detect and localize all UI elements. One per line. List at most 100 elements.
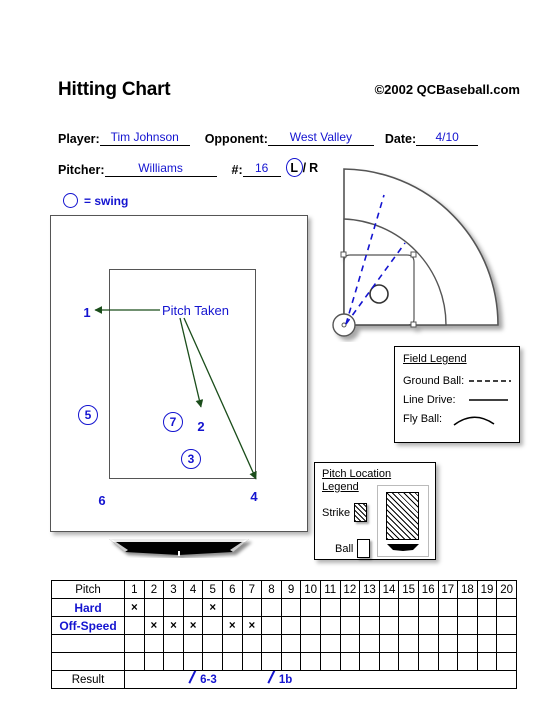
handedness-right-option[interactable]: R: [309, 161, 318, 175]
cell-blank-3[interactable]: [163, 652, 184, 671]
cell-blank-13[interactable]: [359, 634, 380, 653]
cell-blank-14[interactable]: [378, 652, 400, 671]
cell-blank-19[interactable]: [476, 652, 498, 671]
cell-Off-Speed-20[interactable]: [496, 616, 517, 635]
cell-blank-4[interactable]: [182, 634, 204, 653]
cell-Hard-9[interactable]: [280, 598, 302, 617]
cell-Off-Speed-2[interactable]: ×: [143, 616, 165, 635]
cell-blank-6[interactable]: [221, 652, 243, 671]
cell-blank-18[interactable]: [457, 634, 478, 653]
cell-Off-Speed-16[interactable]: [417, 616, 439, 635]
cell-blank-12[interactable]: [339, 634, 361, 653]
cell-Off-Speed-17[interactable]: [437, 616, 459, 635]
date-field[interactable]: 4/10: [416, 131, 479, 146]
cell-blank-19[interactable]: [476, 634, 498, 653]
cell-Off-Speed-5[interactable]: [202, 616, 223, 635]
pitch-mark-3[interactable]: 3: [181, 449, 201, 469]
cell-Hard-14[interactable]: [378, 598, 400, 617]
cell-blank-10[interactable]: [300, 634, 321, 653]
cell-Hard-7[interactable]: [241, 598, 263, 617]
cell-Off-Speed-15[interactable]: [398, 616, 419, 635]
cell-blank-5[interactable]: [202, 652, 223, 671]
cell-blank-15[interactable]: [398, 652, 419, 671]
cell-blank-8[interactable]: [261, 634, 282, 653]
cell-blank-2[interactable]: [143, 652, 165, 671]
pitch-tracking-table[interactable]: Pitch 1 2 3 4 5 6 7 8 9 10 11 12 13 14 15 16 17 18 19 20 Hard…: [51, 580, 517, 689]
cell-blank-2[interactable]: [143, 634, 165, 653]
cell-Off-Speed-1[interactable]: [124, 616, 145, 635]
cell-blank-4[interactable]: [182, 652, 204, 671]
cell-Hard-18[interactable]: [457, 598, 478, 617]
cell-Hard-16[interactable]: [417, 598, 439, 617]
cell-Off-Speed-14[interactable]: [378, 616, 400, 635]
cell-Off-Speed-13[interactable]: [359, 616, 380, 635]
cell-blank-10[interactable]: [300, 652, 321, 671]
cell-Off-Speed-19[interactable]: [476, 616, 498, 635]
pitch-number-15: 15: [398, 580, 419, 599]
cell-blank-12[interactable]: [339, 652, 361, 671]
cell-Off-Speed-8[interactable]: [261, 616, 282, 635]
baseball-field-diagram[interactable]: [322, 167, 530, 342]
cell-Hard-12[interactable]: [339, 598, 361, 617]
cell-blank-7[interactable]: [241, 634, 263, 653]
cell-blank-18[interactable]: [457, 652, 478, 671]
cell-blank-5[interactable]: [202, 634, 223, 653]
cell-blank-20[interactable]: [496, 652, 517, 671]
pitch-location-chart[interactable]: [50, 215, 308, 532]
cell-Hard-1[interactable]: ×: [124, 598, 145, 617]
cell-blank-14[interactable]: [378, 634, 400, 653]
cell-blank-16[interactable]: [417, 634, 439, 653]
cell-Hard-15[interactable]: [398, 598, 419, 617]
pitcher-field[interactable]: Williams: [104, 162, 217, 177]
cell-Off-Speed-6[interactable]: ×: [221, 616, 243, 635]
cell-Hard-17[interactable]: [437, 598, 459, 617]
cell-Hard-13[interactable]: [359, 598, 380, 617]
cell-blank-7[interactable]: [241, 652, 263, 671]
pitch-mark-5[interactable]: 5: [78, 405, 98, 425]
cell-Off-Speed-4[interactable]: ×: [182, 616, 204, 635]
cell-blank-6[interactable]: [221, 634, 243, 653]
cell-Hard-2[interactable]: [143, 598, 165, 617]
cell-blank-16[interactable]: [417, 652, 439, 671]
cell-blank-15[interactable]: [398, 634, 419, 653]
cell-blank-9[interactable]: [280, 634, 302, 653]
pitch-mark-2[interactable]: 2: [191, 416, 211, 436]
cell-Hard-11[interactable]: [319, 598, 341, 617]
handedness-selector[interactable]: L / R: [285, 158, 318, 177]
cell-Hard-4[interactable]: [182, 598, 204, 617]
player-field[interactable]: Tim Johnson: [99, 131, 190, 146]
cell-blank-1[interactable]: [124, 634, 145, 653]
cell-Hard-20[interactable]: [496, 598, 517, 617]
cell-Hard-5[interactable]: ×: [202, 598, 223, 617]
pitcher-number-field[interactable]: 16: [242, 162, 281, 177]
result-cell[interactable]: 6-3 1b: [124, 670, 517, 689]
cell-Off-Speed-3[interactable]: ×: [163, 616, 184, 635]
opponent-field[interactable]: West Valley: [267, 131, 374, 146]
cell-Off-Speed-7[interactable]: ×: [241, 616, 263, 635]
cell-Hard-3[interactable]: [163, 598, 184, 617]
cell-Hard-6[interactable]: [221, 598, 243, 617]
cell-Off-Speed-18[interactable]: [457, 616, 478, 635]
pitch-mark-6[interactable]: 6: [92, 490, 112, 510]
cell-blank-13[interactable]: [359, 652, 380, 671]
cell-Hard-19[interactable]: [476, 598, 498, 617]
pitch-mark-1[interactable]: 1: [77, 302, 97, 322]
cell-Off-Speed-9[interactable]: [280, 616, 302, 635]
cell-blank-17[interactable]: [437, 652, 459, 671]
cell-Off-Speed-11[interactable]: [319, 616, 341, 635]
handedness-left-option[interactable]: L: [285, 158, 303, 177]
cell-blank-9[interactable]: [280, 652, 302, 671]
cell-blank-11[interactable]: [319, 652, 341, 671]
cell-Hard-10[interactable]: [300, 598, 321, 617]
cell-Off-Speed-10[interactable]: [300, 616, 321, 635]
cell-blank-1[interactable]: [124, 652, 145, 671]
cell-Off-Speed-12[interactable]: [339, 616, 361, 635]
pitch-mark-7[interactable]: 7: [163, 412, 183, 432]
cell-blank-17[interactable]: [437, 634, 459, 653]
cell-Hard-8[interactable]: [261, 598, 282, 617]
cell-blank-3[interactable]: [163, 634, 184, 653]
pitch-mark-4[interactable]: 4: [244, 486, 264, 506]
cell-blank-20[interactable]: [496, 634, 517, 653]
cell-blank-11[interactable]: [319, 634, 341, 653]
cell-blank-8[interactable]: [261, 652, 282, 671]
